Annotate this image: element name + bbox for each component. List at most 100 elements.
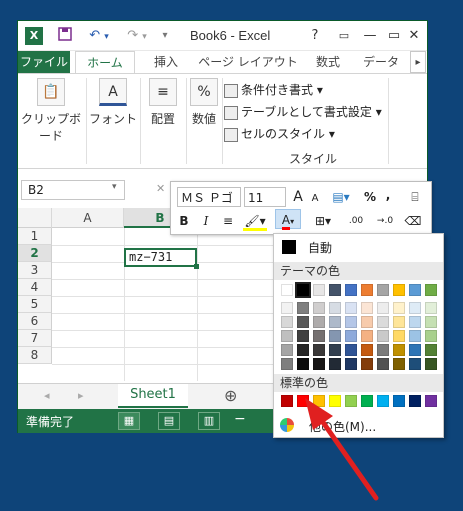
comma-style-icon[interactable]: , <box>383 185 393 205</box>
standard-color-swatch[interactable] <box>345 395 357 407</box>
theme-shade-swatch[interactable] <box>409 316 421 328</box>
row-header[interactable]: 5 <box>18 296 52 313</box>
decrease-decimal-icon[interactable]: →.0 <box>371 211 399 231</box>
theme-color-swatch[interactable] <box>295 282 311 298</box>
theme-shade-swatch[interactable] <box>393 316 405 328</box>
mini-font-size-field[interactable]: 11 <box>244 187 286 207</box>
cell-styles-button[interactable]: セルのスタイル ▾ <box>224 124 335 144</box>
theme-color-swatch[interactable] <box>377 284 389 296</box>
theme-shade-swatch[interactable] <box>313 358 325 370</box>
theme-shade-swatch[interactable] <box>329 330 341 342</box>
sheet-next-icon[interactable]: ▸ <box>78 389 84 402</box>
theme-color-swatch[interactable] <box>345 284 357 296</box>
theme-color-swatch[interactable] <box>361 284 373 296</box>
theme-shade-swatch[interactable] <box>345 302 357 314</box>
zoom-out-icon[interactable]: − <box>234 411 246 427</box>
theme-color-swatch[interactable] <box>329 284 341 296</box>
row-header[interactable]: 1 <box>18 228 52 245</box>
theme-shade-swatch[interactable] <box>393 330 405 342</box>
save-icon[interactable] <box>56 27 74 45</box>
page-break-view-icon[interactable]: ▥ <box>198 412 220 430</box>
theme-shade-swatch[interactable] <box>409 302 421 314</box>
theme-shade-swatch[interactable] <box>377 330 389 342</box>
theme-shade-swatch[interactable] <box>345 358 357 370</box>
theme-shade-swatch[interactable] <box>377 358 389 370</box>
theme-shade-swatch[interactable] <box>329 302 341 314</box>
theme-shade-swatch[interactable] <box>377 344 389 356</box>
theme-shade-swatch[interactable] <box>377 302 389 314</box>
theme-shade-swatch[interactable] <box>361 330 373 342</box>
theme-shade-swatch[interactable] <box>361 344 373 356</box>
fill-color-icon[interactable]: 🖌▾ <box>243 211 267 231</box>
new-sheet-icon[interactable]: ⊕ <box>224 386 237 405</box>
ribbon-display-options-icon[interactable]: ▭ <box>336 27 352 45</box>
standard-color-swatch[interactable] <box>361 395 373 407</box>
cancel-entry-icon[interactable]: ✕ <box>156 182 170 195</box>
standard-color-swatch[interactable] <box>409 395 421 407</box>
theme-shade-swatch[interactable] <box>281 344 293 356</box>
font-color-button[interactable]: A▾ <box>275 209 301 230</box>
tab-insert[interactable]: 挿入 <box>142 51 190 73</box>
theme-shade-swatch[interactable] <box>345 344 357 356</box>
theme-color-swatch[interactable] <box>425 284 437 296</box>
italic-button[interactable]: I <box>199 211 213 231</box>
theme-shade-swatch[interactable] <box>313 344 325 356</box>
row-header[interactable]: 8 <box>18 347 52 364</box>
tab-data[interactable]: データ <box>358 51 404 73</box>
tab-page-layout[interactable]: ページ レイアウト <box>198 51 298 73</box>
format-painter-icon[interactable]: ⌸ <box>405 187 425 207</box>
theme-color-swatch[interactable] <box>393 284 405 296</box>
theme-shade-swatch[interactable] <box>297 358 309 370</box>
theme-shade-swatch[interactable] <box>361 302 373 314</box>
number-group[interactable]: % 数値 <box>188 78 220 127</box>
font-group[interactable]: A フォント <box>88 78 138 127</box>
minimize-button[interactable]: — <box>362 27 378 45</box>
theme-shade-swatch[interactable] <box>425 358 437 370</box>
theme-shade-swatch[interactable] <box>281 302 293 314</box>
sheet-prev-icon[interactable]: ◂ <box>44 389 50 402</box>
quick-access-customize-icon[interactable]: ▾ <box>158 27 172 45</box>
normal-view-icon[interactable]: ▦ <box>118 412 140 430</box>
theme-shade-swatch[interactable] <box>409 330 421 342</box>
row-header[interactable]: 7 <box>18 330 52 347</box>
theme-shade-swatch[interactable] <box>409 344 421 356</box>
conditional-formatting-button[interactable]: 条件付き書式 ▾ <box>224 80 323 100</box>
name-box-dropdown-icon[interactable]: ▾ <box>112 182 117 192</box>
row-header-active[interactable]: 2 <box>18 245 52 262</box>
clear-format-icon[interactable]: ⌫ <box>403 211 423 231</box>
sheet-tab-sheet1[interactable]: Sheet1 <box>118 384 188 408</box>
help-button[interactable]: ? <box>308 27 322 45</box>
borders-icon[interactable]: ⊞▾ <box>311 211 335 231</box>
theme-shade-swatch[interactable] <box>297 302 309 314</box>
theme-shade-swatch[interactable] <box>313 302 325 314</box>
page-layout-view-icon[interactable]: ▤ <box>158 412 180 430</box>
accounting-format-icon[interactable]: ▤▾ <box>327 187 355 207</box>
name-box[interactable]: B2 <box>21 180 125 200</box>
standard-color-swatch[interactable] <box>377 395 389 407</box>
bold-button[interactable]: B <box>177 211 191 231</box>
theme-color-swatch[interactable] <box>313 284 325 296</box>
standard-color-swatch[interactable] <box>425 395 437 407</box>
theme-shade-swatch[interactable] <box>281 358 293 370</box>
theme-shade-swatch[interactable] <box>329 316 341 328</box>
tab-formulas[interactable]: 数式 <box>306 51 350 73</box>
theme-shade-swatch[interactable] <box>345 316 357 328</box>
row-header[interactable]: 4 <box>18 279 52 296</box>
tab-home[interactable]: ホーム <box>75 51 135 73</box>
center-align-icon[interactable]: ≡ <box>221 211 235 231</box>
undo-icon[interactable]: ↶ ▾ <box>84 27 114 45</box>
theme-shade-swatch[interactable] <box>297 330 309 342</box>
tabs-scroll-right-icon[interactable]: ▸ <box>410 51 426 73</box>
theme-shade-swatch[interactable] <box>425 344 437 356</box>
theme-shade-swatch[interactable] <box>281 330 293 342</box>
more-colors-option[interactable]: 他の色(M)... <box>274 414 443 436</box>
theme-color-swatch[interactable] <box>281 284 293 296</box>
mini-font-name-field[interactable]: ＭＳ Ｐゴ <box>177 187 241 207</box>
theme-shade-swatch[interactable] <box>329 344 341 356</box>
theme-shade-swatch[interactable] <box>393 344 405 356</box>
theme-shade-swatch[interactable] <box>425 330 437 342</box>
standard-color-swatch[interactable] <box>329 395 341 407</box>
theme-shade-swatch[interactable] <box>297 316 309 328</box>
cell-b2[interactable]: mz−731 <box>124 248 197 267</box>
theme-shade-swatch[interactable] <box>377 316 389 328</box>
